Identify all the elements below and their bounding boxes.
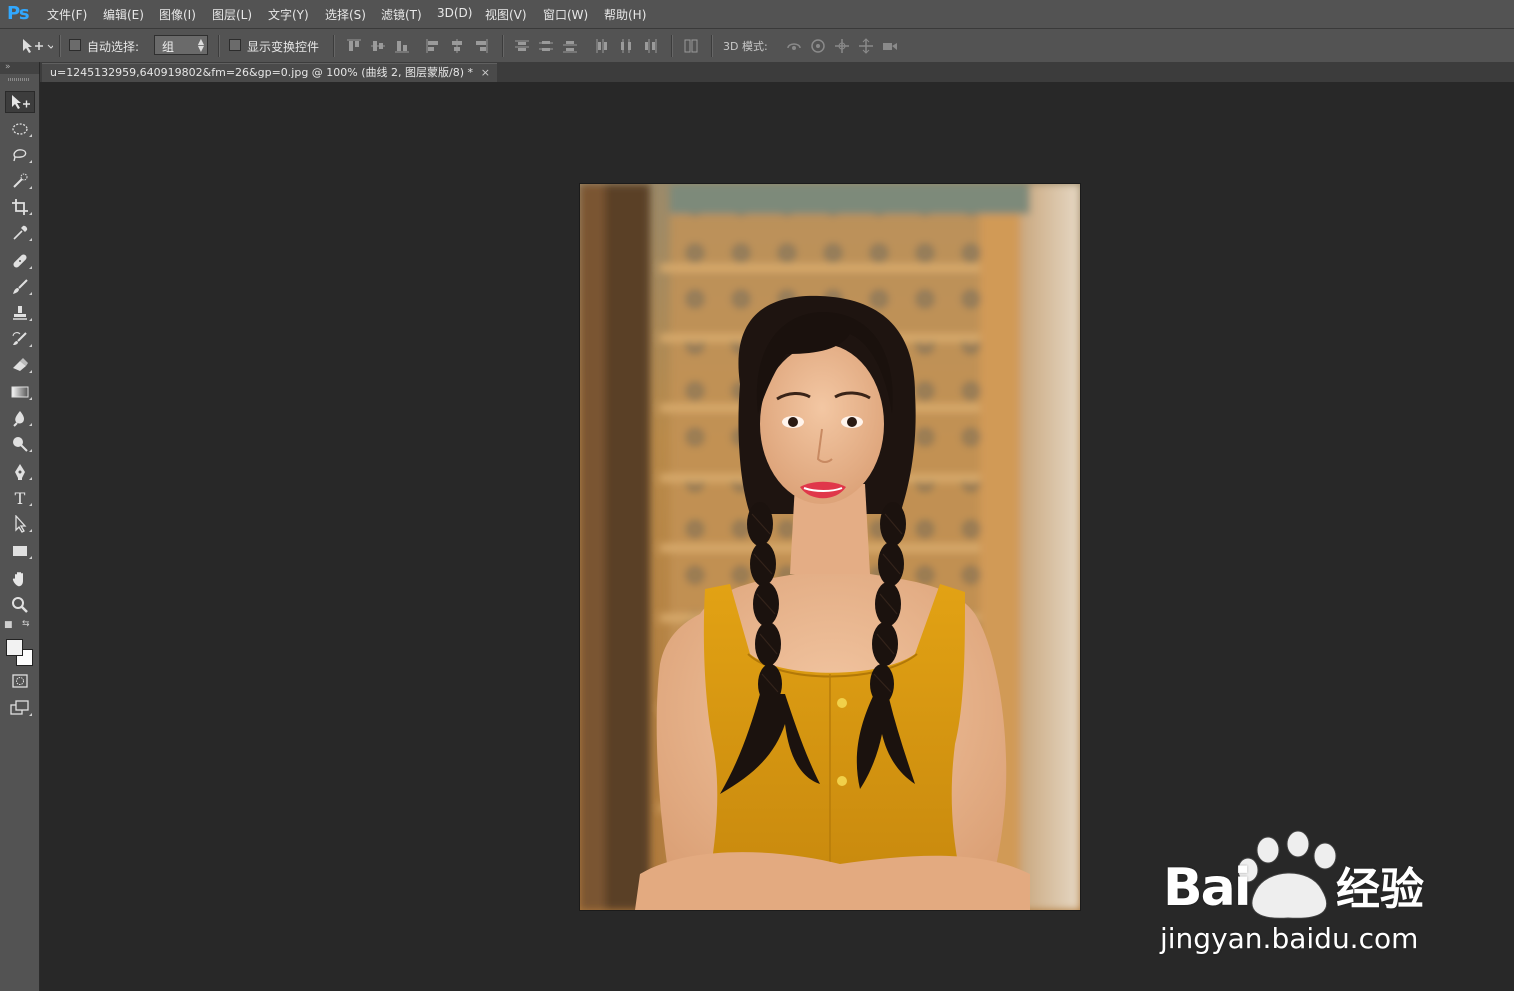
gradient-icon[interactable] bbox=[5, 381, 35, 403]
menu-3d[interactable]: 3D(D) bbox=[437, 6, 472, 20]
separator bbox=[711, 35, 713, 57]
menu-type[interactable]: 文字(Y) bbox=[268, 6, 309, 23]
3d-pan-icon[interactable] bbox=[833, 37, 851, 55]
quick-mask-icon[interactable] bbox=[5, 670, 35, 692]
toolbox: T ■ ⇆ bbox=[0, 74, 40, 991]
menu-help[interactable]: 帮助(H) bbox=[604, 6, 646, 23]
toolbox-grip[interactable] bbox=[8, 78, 30, 81]
watermark-brand-suffix: 经验 bbox=[1336, 864, 1424, 915]
menu-image[interactable]: 图像(I) bbox=[159, 6, 196, 23]
align-hcenter-icon[interactable] bbox=[448, 37, 466, 55]
separator bbox=[218, 35, 220, 57]
eraser-icon[interactable] bbox=[5, 354, 35, 376]
document-tab[interactable]: u=1245132959,640919802&fm=26&gp=0.jpg @ … bbox=[42, 63, 497, 82]
auto-select-dropdown[interactable]: 组 ▲ ▼ bbox=[154, 35, 208, 55]
dodge-icon[interactable] bbox=[5, 433, 35, 455]
document-tab-title: u=1245132959,640919802&fm=26&gp=0.jpg @ … bbox=[50, 66, 474, 79]
move-tool-preset-icon[interactable] bbox=[21, 37, 53, 55]
panel-collapse-grip[interactable]: » bbox=[0, 62, 39, 74]
menu-filter[interactable]: 滤镜(T) bbox=[381, 6, 422, 23]
foreground-color-swatch[interactable] bbox=[6, 639, 23, 656]
eyedropper-icon[interactable] bbox=[5, 222, 35, 244]
menu-window[interactable]: 窗口(W) bbox=[543, 6, 588, 23]
auto-select-label: 自动选择: bbox=[87, 40, 140, 54]
3d-mode-label: 3D 模式: bbox=[723, 40, 768, 53]
distribute-top-icon[interactable] bbox=[513, 37, 531, 55]
type-tool-icon[interactable]: T bbox=[5, 487, 35, 509]
separator bbox=[333, 35, 335, 57]
3d-scale-icon[interactable] bbox=[881, 37, 899, 55]
separator bbox=[59, 35, 61, 57]
photoshop-logo: Ps bbox=[7, 3, 30, 24]
3d-roll-icon[interactable] bbox=[809, 37, 827, 55]
3d-rotate-icon[interactable] bbox=[785, 37, 803, 55]
elliptical-marquee-icon[interactable] bbox=[5, 118, 35, 140]
distribute-bottom-icon[interactable] bbox=[561, 37, 579, 55]
zoom-icon[interactable] bbox=[5, 594, 35, 616]
swap-colors-icon[interactable]: ⇆ bbox=[22, 619, 30, 629]
watermark-url: jingyan.baidu.com bbox=[1160, 922, 1419, 955]
show-transform-checkbox[interactable] bbox=[229, 39, 241, 51]
dropdown-arrows-icon: ▲ ▼ bbox=[197, 37, 204, 53]
healing-brush-icon[interactable] bbox=[5, 250, 35, 272]
brush-icon[interactable] bbox=[5, 276, 35, 298]
portrait-photo bbox=[580, 184, 1080, 910]
hand-icon[interactable] bbox=[5, 568, 35, 590]
close-tab-icon[interactable]: × bbox=[481, 64, 490, 82]
menu-layer[interactable]: 图层(L) bbox=[212, 6, 252, 23]
separator bbox=[502, 35, 504, 57]
separator bbox=[671, 35, 673, 57]
crop-icon[interactable] bbox=[5, 196, 35, 218]
blur-icon[interactable] bbox=[5, 407, 35, 429]
lasso-icon[interactable] bbox=[5, 144, 35, 166]
document-tab-bar: u=1245132959,640919802&fm=26&gp=0.jpg @ … bbox=[40, 62, 1514, 82]
align-left-icon[interactable] bbox=[424, 37, 442, 55]
quick-selection-icon[interactable] bbox=[5, 170, 35, 192]
align-right-icon[interactable] bbox=[472, 37, 490, 55]
options-bar: 自动选择: 组 ▲ ▼ 显示变换控件 3D 模式: bbox=[0, 29, 1514, 63]
menu-file[interactable]: 文件(F) bbox=[47, 6, 87, 23]
rectangle-icon[interactable] bbox=[5, 540, 35, 562]
distribute-hcenter-icon[interactable] bbox=[617, 37, 635, 55]
clone-stamp-icon[interactable] bbox=[5, 302, 35, 324]
menu-edit[interactable]: 编辑(E) bbox=[103, 6, 144, 23]
canvas-image[interactable] bbox=[580, 184, 1080, 910]
auto-align-layers-icon[interactable] bbox=[682, 37, 700, 55]
default-colors-icon[interactable]: ■ bbox=[4, 620, 13, 630]
history-brush-icon[interactable] bbox=[5, 328, 35, 350]
menu-select[interactable]: 选择(S) bbox=[325, 6, 366, 23]
watermark-brand: Bai bbox=[1163, 858, 1252, 918]
menu-bar: Ps 文件(F) 编辑(E) 图像(I) 图层(L) 文字(Y) 选择(S) 滤… bbox=[0, 0, 1514, 29]
show-transform-label: 显示变换控件 bbox=[247, 40, 320, 54]
align-bottom-icon[interactable] bbox=[393, 37, 411, 55]
align-top-icon[interactable] bbox=[345, 37, 363, 55]
distribute-vcenter-icon[interactable] bbox=[537, 37, 555, 55]
distribute-right-icon[interactable] bbox=[641, 37, 659, 55]
pen-icon[interactable] bbox=[5, 461, 35, 483]
3d-slide-icon[interactable] bbox=[857, 37, 875, 55]
move-tool-icon[interactable] bbox=[5, 91, 35, 113]
align-vcenter-icon[interactable] bbox=[369, 37, 387, 55]
distribute-left-icon[interactable] bbox=[593, 37, 611, 55]
menu-view[interactable]: 视图(V) bbox=[485, 6, 527, 23]
auto-select-checkbox[interactable] bbox=[69, 39, 81, 51]
path-selection-icon[interactable] bbox=[5, 513, 35, 535]
auto-select-value: 组 bbox=[162, 40, 175, 54]
screen-mode-icon[interactable] bbox=[5, 697, 35, 719]
